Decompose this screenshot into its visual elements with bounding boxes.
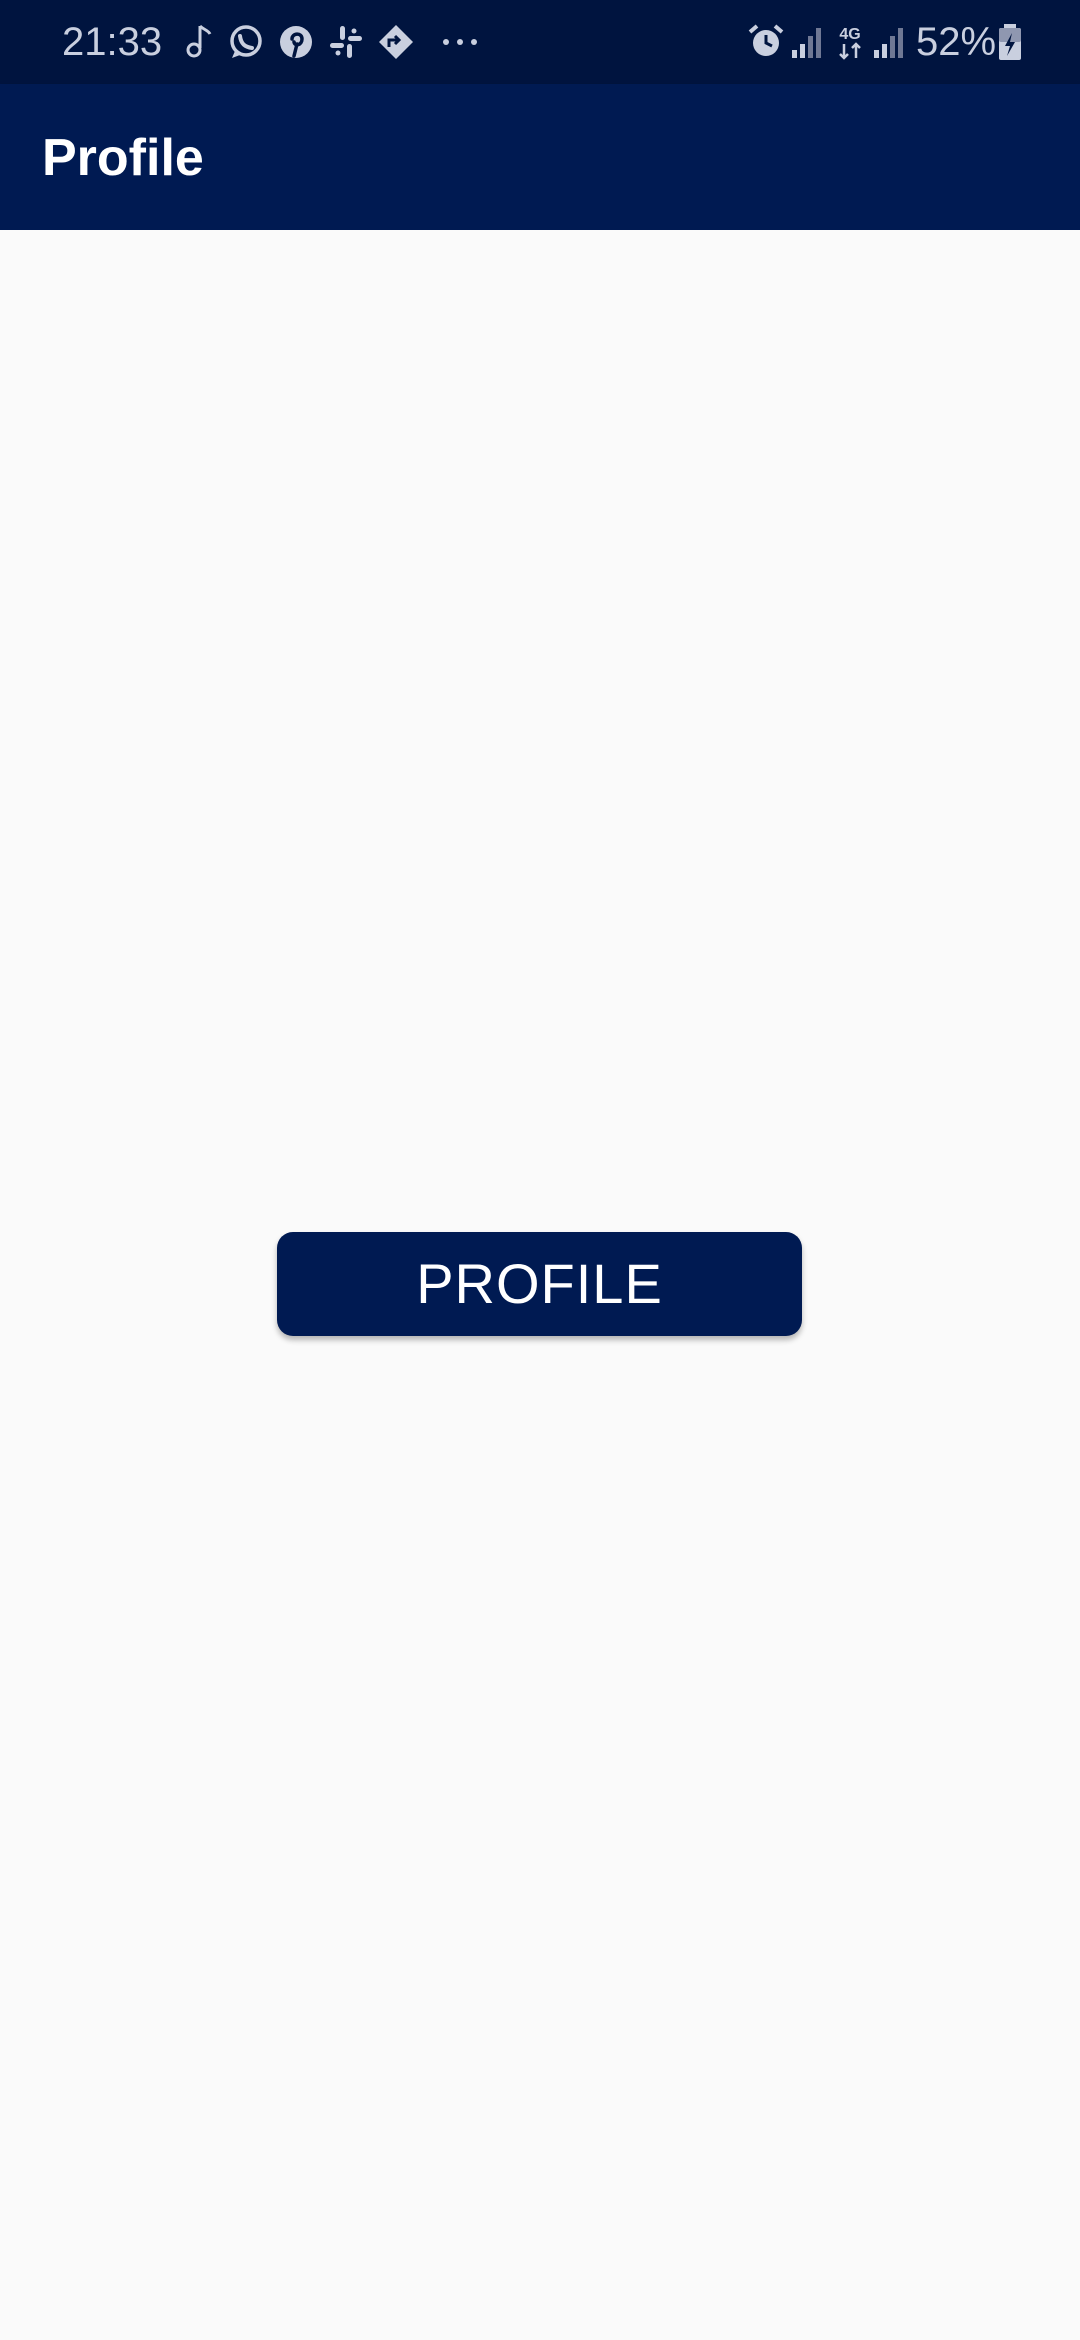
signal-4g-icon: 4G [839,26,861,60]
battery-percent: 52% [916,20,997,64]
app-bar: Profile [0,84,1080,230]
pinterest-icon [280,26,312,58]
alarm-icon [748,24,784,56]
svg-text:4G: 4G [839,26,860,43]
page-title: Profile [42,129,204,187]
signal-icon [792,28,821,58]
signal-icon [874,28,903,58]
status-bar: 21:33 4G 52% [0,0,1080,84]
whatsapp-icon [230,25,262,58]
battery-charging-icon [999,24,1021,60]
navigation-icon [379,25,413,59]
slack-icon [330,26,362,58]
music-note-icon [186,24,212,58]
profile-button[interactable]: PROFILE [277,1232,802,1336]
more-icon [443,39,477,45]
status-time: 21:33 [62,20,163,64]
